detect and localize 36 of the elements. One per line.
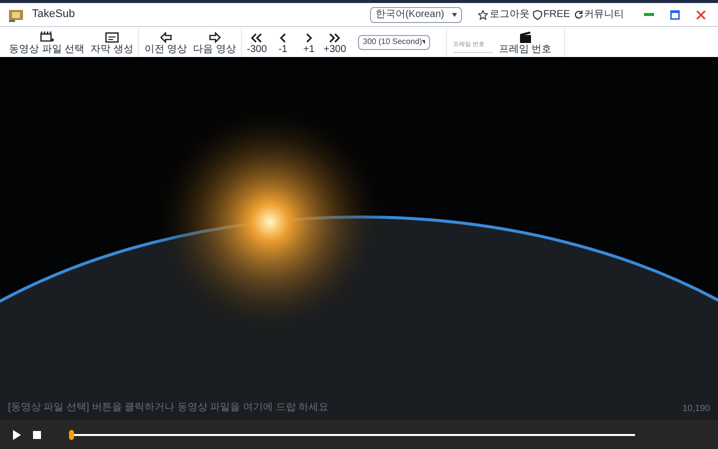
- clapperboard-icon: [518, 31, 532, 44]
- toolbar-button[interactable]: 이전 영상: [144, 32, 188, 56]
- toolbar-button[interactable]: 다음 영상: [193, 32, 236, 56]
- window-title: TakeSub: [32, 7, 75, 22]
- caret-icon: [452, 12, 458, 16]
- toolbar-button[interactable]: +300: [324, 33, 345, 56]
- double-chevron-right-icon: [329, 33, 340, 43]
- clapperboard-plus-icon: [40, 31, 54, 43]
- frame-number-button[interactable]: 프레임 번호: [498, 31, 552, 56]
- chevron-left-icon: [280, 33, 286, 43]
- shield-icon: [533, 10, 542, 20]
- header-link[interactable]: FREE: [533, 7, 570, 22]
- maximize-icon[interactable]: [670, 10, 680, 20]
- close-icon[interactable]: [696, 10, 706, 20]
- drop-hint: [동영상 파일 선택] 버튼을 클릭하거나 동영상 파일을 여기에 드랍 하세요: [8, 401, 329, 415]
- header-link[interactable]: 로그아웃: [478, 7, 530, 22]
- subtitle-icon: [104, 32, 119, 43]
- refresh-icon: [574, 10, 583, 19]
- caret-icon: [422, 40, 425, 44]
- frame-counter: 10,190: [682, 402, 710, 414]
- arrow-right-icon: [208, 32, 221, 43]
- step-dropdown[interactable]: 300 (10 Second): [358, 34, 430, 50]
- double-chevron-left-icon: [251, 33, 262, 43]
- language-dropdown[interactable]: 한국어(Korean): [370, 6, 462, 22]
- star-icon: [478, 10, 488, 20]
- seek-thumb[interactable]: [69, 430, 74, 440]
- header-link[interactable]: 커뮤니티: [574, 7, 624, 22]
- play-icon[interactable]: [12, 430, 21, 440]
- toolbar-button[interactable]: -300: [246, 33, 267, 56]
- toolbar-button[interactable]: -1: [272, 33, 293, 56]
- toolbar-button[interactable]: 자막 생성: [90, 32, 134, 56]
- stop-icon[interactable]: [33, 430, 41, 438]
- arrow-left-icon: [160, 32, 172, 43]
- toolbar-button[interactable]: 동영상 파일 선택: [9, 31, 85, 56]
- chevron-right-icon: [306, 33, 312, 43]
- toolbar-button[interactable]: +1: [298, 33, 319, 56]
